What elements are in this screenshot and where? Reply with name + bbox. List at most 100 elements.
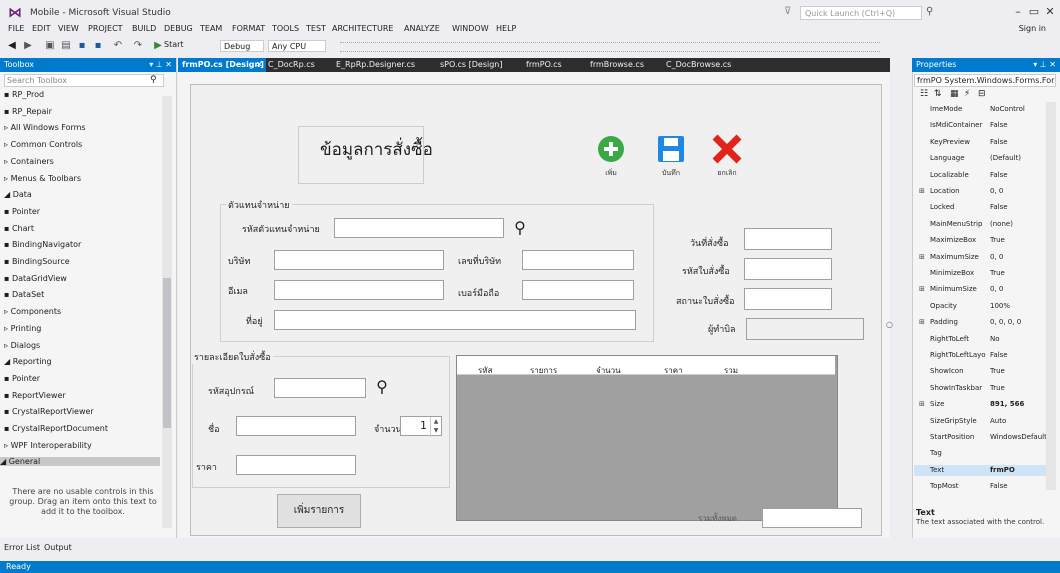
address-input[interactable] [274,310,636,330]
toolbox-item[interactable]: ▪ BindingNavigator [4,240,81,249]
toolbox-item[interactable]: ▪ Pointer [4,207,40,216]
configuration-dropdown[interactable]: Debug [220,40,264,52]
property-row[interactable]: Localizable False [914,170,1048,181]
tab-output[interactable]: Output [44,543,72,552]
toolbox-scroll-thumb[interactable] [163,278,171,428]
undo-icon[interactable]: ↶ [112,40,124,52]
property-value[interactable]: False [990,350,1048,361]
close-window-button[interactable]: ✕ [1042,4,1058,20]
property-row[interactable]: ⊞ Padding 0, 0, 0, 0 [914,317,1048,328]
property-value[interactable]: True [990,235,1048,246]
property-value[interactable]: 891, 566 [990,399,1048,410]
grid-column-header[interactable]: รายการ [530,364,557,377]
property-value[interactable]: NoControl [990,104,1048,115]
property-row[interactable]: RightToLeft No [914,334,1048,345]
property-row[interactable]: MaximizeBox True [914,235,1048,246]
tax-id-input[interactable] [522,250,634,270]
expand-icon[interactable]: ⊞ [919,399,925,410]
mobile-input[interactable] [522,280,634,300]
tab-frmpo[interactable]: frmPO.cs [526,60,562,69]
property-value[interactable]: 0, 0 [990,186,1048,197]
grid-column-header[interactable]: รหัส [478,364,492,377]
toolbox-pin-icon[interactable]: ▾ ⊥ ✕ [149,58,172,72]
menu-view[interactable]: VIEW [58,24,79,33]
property-row[interactable]: StartPosition WindowsDefault [914,432,1048,443]
qty-spin-arrows-icon[interactable]: ▲ ▼ [430,417,441,437]
toolbox-item[interactable]: ▹ Containers [4,157,54,166]
cancel-button[interactable]: ยกเลิก [708,132,746,178]
property-row[interactable]: Tag [914,448,1048,459]
property-value[interactable]: False [990,120,1048,131]
platform-dropdown[interactable]: Any CPU [268,40,326,52]
expand-icon[interactable]: ⊞ [919,252,925,263]
property-row[interactable]: IsMdiContainer False [914,120,1048,131]
property-value[interactable]: No [990,334,1048,345]
property-row[interactable]: Locked False [914,202,1048,213]
operator-input[interactable] [746,318,864,340]
toolbox-item[interactable]: ▹ All Windows Forms [4,123,86,132]
menu-test[interactable]: TEST [306,24,326,33]
events-icon[interactable]: ⚡ [964,89,970,99]
menu-file[interactable]: FILE [8,24,24,33]
search-supplier-button[interactable]: ⚲ [506,216,534,240]
grid-column-header[interactable]: รวม [724,364,738,377]
name-input[interactable] [236,416,356,436]
grid-column-header[interactable]: จำนวน [596,364,621,377]
properties-object-selector[interactable]: frmPO System.Windows.Forms.Form [914,74,1056,87]
filter-icon[interactable]: ⊽ [784,6,791,17]
redo-icon[interactable]: ↷ [132,40,144,52]
menu-tools[interactable]: TOOLS [272,24,299,33]
supplier-code-input[interactable] [334,218,504,238]
toolbox-item[interactable]: ▪ CrystalReportViewer [4,407,94,416]
toolbox-item[interactable]: ▹ Printing [4,324,41,333]
order-date-input[interactable] [744,228,832,250]
menu-debug[interactable]: DEBUG [164,24,193,33]
toolbox-item[interactable]: ▹ Menus & Toolbars [4,174,81,183]
menu-project[interactable]: PROJECT [88,24,123,33]
menu-format[interactable]: FORMAT [232,24,265,33]
menu-window[interactable]: WINDOW [452,24,489,33]
email-input[interactable] [274,280,444,300]
tab-c-docrp[interactable]: C_DocRp.cs [268,60,315,69]
new-project-icon[interactable]: ▣ [44,40,56,52]
property-row[interactable]: ImeMode NoControl [914,104,1048,115]
price-input[interactable] [236,455,356,475]
property-row[interactable]: TopMost False [914,481,1048,492]
order-status-input[interactable] [744,288,832,310]
menu-help[interactable]: HELP [496,24,516,33]
start-button[interactable]: Start [164,40,184,49]
property-row[interactable]: SizeGripStyle Auto [914,416,1048,427]
categorized-icon[interactable]: ☷ [920,89,928,99]
toolbox-item[interactable]: ▹ Common Controls [4,140,82,149]
toolbox-item[interactable]: ▪ Pointer [4,374,40,383]
tab-spo-design[interactable]: sPO.cs [Design] [440,60,502,69]
search-device-button[interactable]: ⚲ [370,374,394,400]
property-value[interactable]: False [990,170,1048,181]
toolbox-item[interactable]: ◢ General [0,457,160,467]
property-row[interactable]: KeyPreview False [914,137,1048,148]
property-row[interactable]: ⊞ Location 0, 0 [914,186,1048,197]
add-button[interactable]: เพิ่ม [592,132,630,178]
toolbox-item[interactable]: ◢ Reporting [4,357,52,366]
property-row[interactable]: Language (Default) [914,153,1048,164]
toolbox-item[interactable]: ▪ DataSet [4,290,44,299]
property-row[interactable]: Text frmPO [914,464,1048,476]
property-row[interactable]: ShowInTaskbar True [914,383,1048,394]
save-all-icon[interactable]: ▪ [92,40,104,52]
property-value[interactable]: 0, 0 [990,252,1048,263]
property-value[interactable]: WindowsDefault [990,432,1048,443]
open-file-icon[interactable]: ▤ [60,40,72,52]
expand-icon[interactable]: ⊞ [919,186,925,197]
start-icon[interactable]: ▶ [152,40,164,52]
properties-view-icon[interactable]: ▦ [950,89,959,99]
property-value[interactable]: True [990,268,1048,279]
quick-launch-input[interactable]: Quick Launch (Ctrl+Q) [800,6,922,20]
toolbox-item[interactable]: ▹ Dialogs [4,341,40,350]
property-value[interactable]: True [990,366,1048,377]
resize-handle-icon[interactable]: ○ [886,320,893,329]
property-value[interactable]: (none) [990,219,1048,230]
sign-in-link[interactable]: Sign in [1019,24,1046,33]
properties-scrollbar[interactable] [1046,102,1056,490]
property-value[interactable]: frmPO [990,465,1048,476]
tab-close-icon[interactable]: ✕ [256,60,263,69]
